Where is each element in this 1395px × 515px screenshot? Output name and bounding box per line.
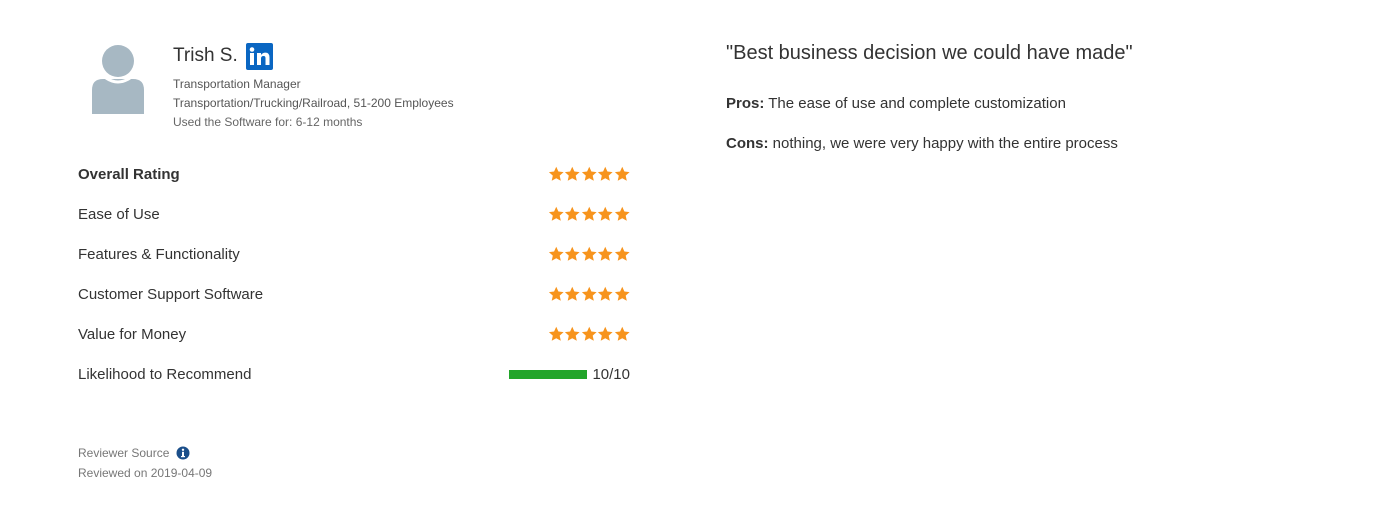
recommend-meter: 10/10 (509, 366, 630, 383)
star-icon (581, 326, 597, 341)
star-icon (564, 166, 580, 181)
rating-row-features: Features & Functionality (78, 240, 630, 280)
star-rating (548, 166, 631, 183)
star-icon (564, 286, 580, 301)
rating-row-recommend: Likelihood to Recommend 10/10 (78, 360, 630, 400)
cons-label: Cons: (726, 135, 769, 152)
rating-label: Value for Money (78, 326, 187, 343)
star-icon (581, 206, 597, 221)
star-icon (614, 166, 630, 181)
review-title: "Best business decision we could have ma… (726, 42, 1133, 64)
star-icon (564, 246, 580, 261)
reviewer-source: Reviewer Source (78, 446, 190, 460)
star-icon (581, 286, 597, 301)
recommend-bar-track (509, 370, 588, 379)
user-avatar-icon (89, 44, 147, 114)
star-icon (548, 246, 564, 261)
recommend-bar-fill (509, 370, 588, 379)
cons-text: nothing, we were very happy with the ent… (768, 135, 1118, 152)
ratings-list: Overall Rating Ease of Use Features & Fu… (78, 160, 630, 400)
rating-row-overall: Overall Rating (78, 160, 630, 200)
star-icon (548, 166, 564, 181)
star-icon (597, 166, 613, 181)
star-icon (597, 286, 613, 301)
rating-row-customer-support: Customer Support Software (78, 280, 630, 320)
star-icon (564, 326, 580, 341)
reviewer-company: Transportation/Trucking/Railroad, 51-200… (173, 96, 454, 110)
rating-label: Features & Functionality (78, 246, 240, 263)
star-icon (548, 326, 564, 341)
review-pros: Pros: The ease of use and complete custo… (726, 95, 1066, 112)
star-icon (548, 206, 564, 221)
star-icon (614, 286, 630, 301)
star-icon (614, 326, 630, 341)
star-icon (614, 246, 630, 261)
star-icon (548, 286, 564, 301)
star-rating (548, 246, 631, 263)
review-date: Reviewed on 2019-04-09 (78, 466, 213, 480)
reviewer-name-row: Trish S. (173, 41, 273, 71)
rating-label: Customer Support Software (78, 286, 264, 303)
recommend-value: 10/10 (592, 366, 630, 383)
star-rating (548, 286, 631, 303)
reviewer-source-label: Reviewer Source (78, 446, 170, 460)
star-icon (597, 246, 613, 261)
star-icon (581, 166, 597, 181)
rating-label: Overall Rating (78, 166, 180, 183)
star-icon (614, 206, 630, 221)
reviewer-title: Transportation Manager (173, 77, 301, 91)
star-icon (581, 246, 597, 261)
review-cons: Cons: nothing, we were very happy with t… (726, 135, 1118, 152)
linkedin-icon[interactable] (245, 42, 273, 70)
rating-row-value-for-money: Value for Money (78, 320, 630, 360)
reviewer-name: Trish S. (173, 45, 238, 66)
info-icon[interactable] (176, 446, 190, 460)
rating-row-ease-of-use: Ease of Use (78, 200, 630, 240)
pros-text: The ease of use and complete customizati… (764, 95, 1066, 112)
rating-label: Ease of Use (78, 206, 160, 223)
star-icon (597, 326, 613, 341)
star-rating (548, 206, 631, 223)
star-icon (564, 206, 580, 221)
reviewer-usage: Used the Software for: 6-12 months (173, 115, 363, 129)
pros-label: Pros: (726, 95, 765, 112)
star-icon (597, 206, 613, 221)
star-rating (548, 326, 631, 343)
rating-label: Likelihood to Recommend (78, 366, 252, 383)
